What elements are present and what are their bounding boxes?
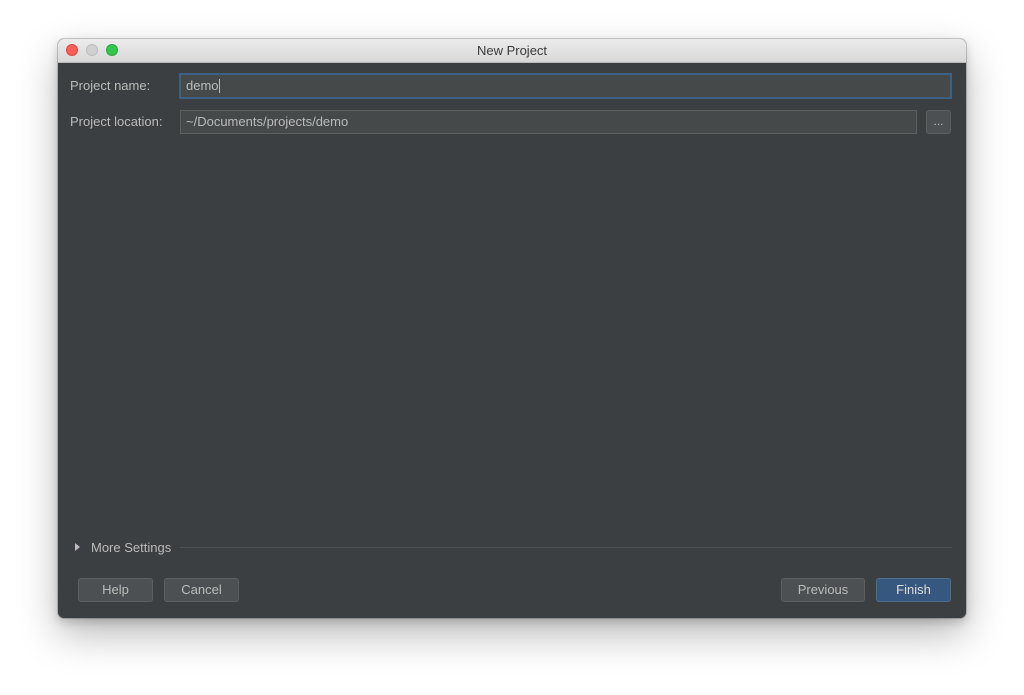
text-caret: [218, 78, 220, 93]
cancel-button[interactable]: Cancel: [164, 578, 239, 602]
project-location-label: Project location:: [70, 114, 163, 129]
previous-button[interactable]: Previous: [781, 578, 865, 602]
project-name-label: Project name:: [70, 78, 151, 93]
project-name-input[interactable]: demo: [179, 73, 952, 99]
browse-location-button[interactable]: ...: [926, 110, 951, 134]
minimize-window-button[interactable]: [86, 44, 98, 56]
window-title: New Project: [476, 43, 548, 58]
close-window-button[interactable]: [66, 44, 78, 56]
more-settings-separator: [180, 547, 952, 548]
zoom-window-button[interactable]: [106, 44, 118, 56]
project-name-value: demo: [186, 78, 219, 93]
title-bar[interactable]: New Project: [58, 39, 966, 63]
finish-button[interactable]: Finish: [876, 578, 951, 602]
new-project-window: New Project Project name: demo Project l…: [58, 39, 966, 618]
help-button[interactable]: Help: [78, 578, 153, 602]
project-location-input[interactable]: ~/Documents/projects/demo: [180, 110, 917, 134]
more-settings-label: More Settings: [91, 540, 172, 555]
disclosure-triangle-right-icon: [75, 543, 80, 551]
